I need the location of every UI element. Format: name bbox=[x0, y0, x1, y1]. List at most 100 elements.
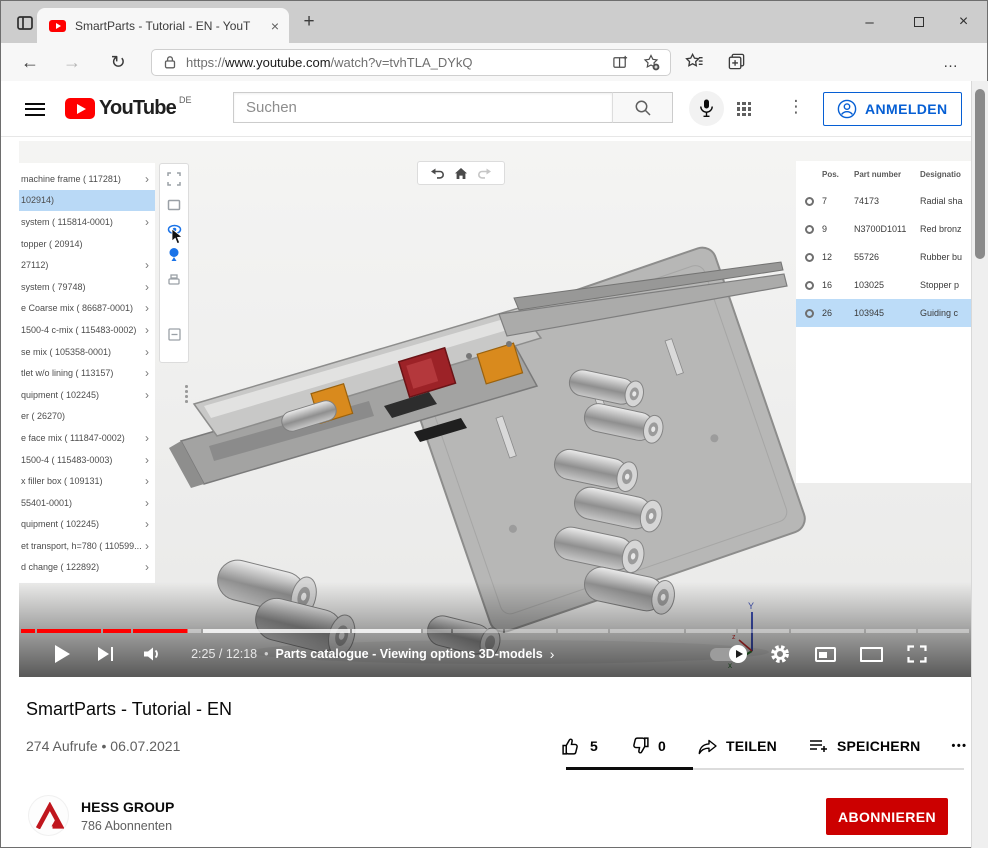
voice-search-button[interactable] bbox=[689, 91, 724, 126]
search-button[interactable] bbox=[612, 92, 673, 123]
part-settings-icon[interactable] bbox=[805, 253, 814, 262]
tree-item[interactable]: d change ( 122892) › bbox=[19, 557, 155, 579]
tree-item[interactable]: system ( 79748) › bbox=[19, 276, 155, 298]
url-text[interactable]: https://www.youtube.com/watch?v=tvhTLA_D… bbox=[186, 55, 598, 70]
tree-item[interactable]: 102914) › bbox=[19, 190, 155, 212]
address-bar[interactable]: https://www.youtube.com/watch?v=tvhTLA_D… bbox=[151, 49, 671, 76]
selection-box-icon[interactable] bbox=[167, 198, 181, 212]
window-maximize-button[interactable] bbox=[896, 1, 941, 43]
chevron-right-icon[interactable]: › bbox=[145, 325, 149, 335]
youtube-logo[interactable]: YouTube DE bbox=[65, 97, 192, 120]
window-close-button[interactable]: × bbox=[941, 1, 986, 43]
chapter-chevron-icon[interactable]: › bbox=[550, 646, 555, 662]
tree-item[interactable]: 1500-4 c-mix ( 115483-0002) › bbox=[19, 319, 155, 341]
sidebar-apps-icon[interactable] bbox=[612, 54, 629, 71]
collections-icon[interactable] bbox=[727, 52, 746, 71]
chevron-right-icon[interactable]: › bbox=[145, 260, 149, 270]
back-button[interactable]: ← bbox=[15, 43, 45, 81]
tree-item[interactable]: e face mix ( 111847-0002) › bbox=[19, 427, 155, 449]
like-button[interactable]: 5 bbox=[561, 736, 598, 756]
parts-table-row[interactable]: 12 55726 Rubber bu bbox=[796, 243, 971, 271]
chapter-title[interactable]: Parts catalogue - Viewing options 3D-mod… bbox=[276, 647, 543, 661]
tab-close-icon[interactable]: × bbox=[271, 18, 279, 34]
video-player[interactable]: machine frame ( 117281) › 102914) › syst… bbox=[19, 141, 971, 677]
tree-item[interactable]: 1500-4 ( 115483-0003) › bbox=[19, 449, 155, 471]
tree-item[interactable]: se mix ( 105358-0001) › bbox=[19, 341, 155, 363]
new-tab-button[interactable]: + bbox=[297, 10, 321, 34]
parts-table-row[interactable]: 16 103025 Stopper p bbox=[796, 271, 971, 299]
channel-name[interactable]: HESS GROUP bbox=[81, 799, 174, 815]
parts-table-header: Pos. Part number Designatio bbox=[796, 161, 971, 187]
chevron-right-icon[interactable]: › bbox=[145, 347, 149, 357]
chevron-right-icon[interactable]: › bbox=[145, 541, 149, 551]
chevron-right-icon[interactable]: › bbox=[145, 368, 149, 378]
more-actions-button[interactable]: ••• bbox=[951, 740, 967, 752]
play-button[interactable] bbox=[55, 645, 70, 663]
search-box[interactable] bbox=[233, 92, 613, 123]
tree-item[interactable]: quipment ( 102245) › bbox=[19, 514, 155, 536]
chevron-right-icon[interactable]: › bbox=[145, 174, 149, 184]
chevron-right-icon[interactable]: › bbox=[145, 217, 149, 227]
tree-item[interactable]: machine frame ( 117281) › bbox=[19, 168, 155, 190]
tree-item[interactable]: et transport, h=780 ( 110599... › bbox=[19, 535, 155, 557]
chevron-right-icon[interactable]: › bbox=[145, 562, 149, 572]
settings-gear-icon[interactable] bbox=[769, 643, 791, 665]
window-minimize-button[interactable]: – bbox=[847, 1, 892, 43]
part-settings-icon[interactable] bbox=[805, 281, 814, 290]
chevron-right-icon[interactable]: › bbox=[145, 519, 149, 529]
volume-icon[interactable] bbox=[141, 645, 163, 663]
chevron-right-icon[interactable]: › bbox=[145, 433, 149, 443]
share-button[interactable]: TEILEN bbox=[697, 736, 777, 756]
undo-icon[interactable] bbox=[430, 167, 445, 179]
subscribe-button[interactable]: ABONNIEREN bbox=[826, 798, 948, 835]
redo-icon[interactable] bbox=[477, 167, 492, 179]
channel-avatar[interactable] bbox=[29, 796, 68, 835]
chevron-right-icon[interactable]: › bbox=[145, 455, 149, 465]
save-button[interactable]: SPEICHERN bbox=[808, 737, 920, 755]
guide-menu-button[interactable] bbox=[25, 103, 45, 116]
parts-table-row[interactable]: 26 103945 Guiding c bbox=[796, 299, 971, 327]
part-settings-icon[interactable] bbox=[805, 225, 814, 234]
youtube-apps-icon[interactable] bbox=[737, 102, 752, 117]
video-title: SmartParts - Tutorial - EN bbox=[26, 699, 232, 720]
tree-item[interactable]: quipment ( 102245) › bbox=[19, 384, 155, 406]
autoplay-toggle[interactable] bbox=[710, 648, 745, 661]
tab-overview-icon[interactable] bbox=[13, 11, 37, 35]
browser-settings-menu[interactable]: … bbox=[943, 43, 959, 81]
chevron-right-icon[interactable]: › bbox=[145, 282, 149, 292]
forward-button[interactable]: → bbox=[57, 43, 87, 81]
part-pos: 7 bbox=[822, 196, 854, 206]
chevron-right-icon[interactable]: › bbox=[145, 476, 149, 486]
miniplayer-icon[interactable] bbox=[815, 647, 836, 662]
fullscreen-icon[interactable] bbox=[907, 645, 927, 663]
tree-item[interactable]: x filler box ( 109131) › bbox=[19, 470, 155, 492]
add-favorite-icon[interactable] bbox=[643, 54, 660, 71]
tree-item[interactable]: 27112) › bbox=[19, 254, 155, 276]
tree-item[interactable]: e Coarse mix ( 86687-0001) › bbox=[19, 298, 155, 320]
parts-table-row[interactable]: 9 N3700D1011 Red bronz bbox=[796, 215, 971, 243]
page-scrollbar[interactable] bbox=[971, 81, 988, 848]
search-input[interactable] bbox=[234, 93, 612, 122]
parts-table-row[interactable]: 7 74173 Radial sha bbox=[796, 187, 971, 215]
chevron-right-icon[interactable]: › bbox=[145, 303, 149, 313]
browser-tab[interactable]: SmartParts - Tutorial - EN - YouT × bbox=[37, 8, 289, 43]
favorites-bar-icon[interactable] bbox=[685, 52, 704, 71]
fit-view-icon[interactable] bbox=[167, 172, 181, 186]
dislike-button[interactable]: 0 bbox=[629, 736, 666, 756]
tree-item[interactable]: system ( 115814-0001) › bbox=[19, 211, 155, 233]
tree-item[interactable]: 55401-0001) › bbox=[19, 492, 155, 514]
next-button[interactable] bbox=[98, 647, 113, 661]
home-view-icon[interactable] bbox=[454, 167, 468, 180]
chevron-right-icon[interactable]: › bbox=[145, 390, 149, 400]
more-options-icon[interactable]: ⋮ bbox=[787, 97, 805, 121]
part-settings-icon[interactable] bbox=[805, 309, 814, 318]
signin-button[interactable]: ANMELDEN bbox=[823, 92, 962, 126]
tree-item[interactable]: er ( 26270) › bbox=[19, 406, 155, 428]
part-settings-icon[interactable] bbox=[805, 197, 814, 206]
scrollbar-thumb[interactable] bbox=[975, 89, 985, 259]
chevron-right-icon[interactable]: › bbox=[145, 498, 149, 508]
tree-item[interactable]: tlet w/o lining ( 113157) › bbox=[19, 362, 155, 384]
reload-button[interactable]: ↻ bbox=[103, 43, 133, 81]
tree-item[interactable]: topper ( 20914) › bbox=[19, 233, 155, 255]
theater-mode-icon[interactable] bbox=[860, 647, 883, 662]
